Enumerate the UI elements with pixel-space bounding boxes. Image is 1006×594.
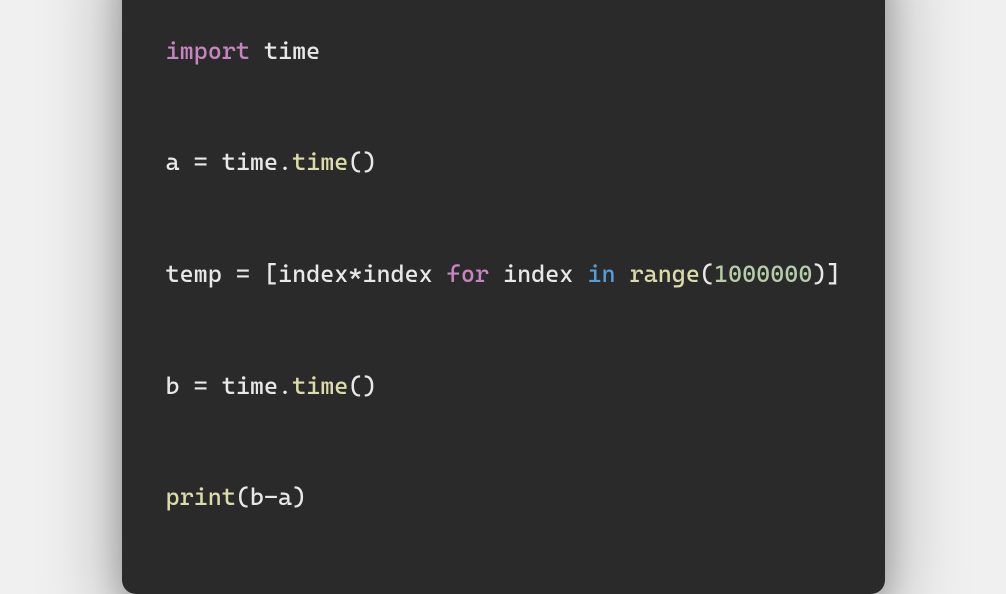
code-token: b = time. [166, 372, 293, 400]
code-token: in [587, 260, 615, 288]
code-token: temp = [index*index [166, 260, 447, 288]
code-line: temp = [index*index for index in range(1… [166, 256, 841, 293]
code-token: a = time. [166, 148, 293, 176]
code-token: (b-a) [236, 483, 306, 511]
code-token: time [292, 148, 348, 176]
code-line: a = time.time() [166, 144, 841, 181]
code-token: range [630, 260, 700, 288]
code-token: )] [812, 260, 840, 288]
code-token: time [292, 372, 348, 400]
code-token: print [166, 483, 236, 511]
code-line: b = time.time() [166, 368, 841, 405]
code-token: time [250, 37, 320, 65]
code-token: import [166, 37, 250, 65]
code-line: print(b-a) [166, 479, 841, 516]
code-token: 1000000 [714, 260, 812, 288]
code-line: import time [166, 33, 841, 70]
code-block: import time a = time.time() temp = [inde… [122, 0, 885, 594]
code-token: for [447, 260, 489, 288]
code-token: () [348, 148, 376, 176]
code-token [616, 260, 630, 288]
code-token: ( [700, 260, 714, 288]
code-token: () [348, 372, 376, 400]
code-token: index [489, 260, 587, 288]
